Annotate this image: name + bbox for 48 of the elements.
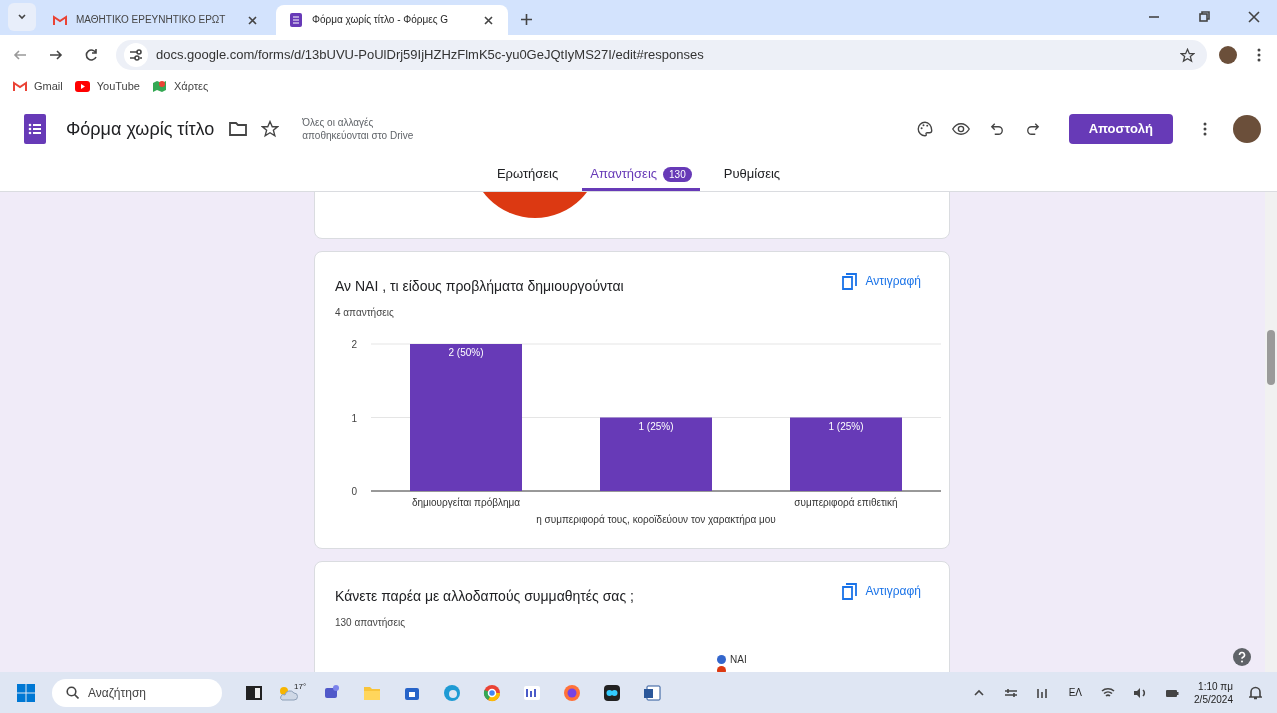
scrollbar-thumb[interactable] bbox=[1267, 330, 1275, 385]
data-label: 1 (25%) bbox=[828, 420, 864, 432]
response-count-badge: 130 bbox=[663, 166, 692, 182]
forms-icon bbox=[288, 12, 304, 28]
clock-time: 1:10 πμ bbox=[1198, 679, 1233, 693]
bookmark-link[interactable]: YouTube bbox=[74, 78, 140, 95]
nav-tab[interactable]: Ερωτήσεις bbox=[488, 160, 567, 191]
site-info-icon[interactable] bbox=[124, 43, 148, 67]
copy-icon bbox=[841, 273, 858, 289]
category-label: δημιουργείται πρόβλημα bbox=[411, 497, 521, 508]
gmail-icon bbox=[52, 12, 68, 28]
youtube-icon bbox=[74, 78, 91, 95]
category-label: συμπεριφορά επιθετική bbox=[794, 497, 898, 508]
clock-date: 2/5/2024 bbox=[1194, 692, 1233, 706]
map-pin-icon bbox=[151, 78, 168, 95]
browser-tab[interactable]: Φόρμα χωρίς τίτλο - Φόρμες G bbox=[276, 5, 508, 35]
data-label: 1 (25%) bbox=[638, 420, 674, 432]
data-label: 2 (50%) bbox=[448, 347, 484, 358]
help-icon[interactable] bbox=[1233, 648, 1251, 666]
weather-widget[interactable]: 17° bbox=[278, 682, 307, 703]
response-count: 130 απαντήσεις bbox=[335, 616, 406, 630]
category-label: η συμπεριφορά τους, κοροϊδεύουν τον χαρακτήρα μου bbox=[536, 514, 776, 525]
taskbar-clock[interactable]: 1:10 πμ 2/5/2024 bbox=[1194, 679, 1233, 706]
bookmark-link[interactable]: Χάρτες bbox=[151, 78, 209, 95]
axis-tick-label: 2 bbox=[351, 339, 357, 350]
axis-tick-label: 1 bbox=[351, 412, 357, 424]
axis-tick-label: 0 bbox=[351, 486, 357, 497]
question-title: Κάνετε παρέα με αλλοδαπούς συμμαθητές σας ; bbox=[335, 587, 634, 606]
copy-icon bbox=[841, 583, 858, 599]
bookmark-link[interactable]: Gmail bbox=[12, 78, 63, 95]
profile-avatar[interactable] bbox=[1219, 46, 1237, 64]
save-status: Όλες οι αλλαγές αποθηκεύονται στο Drive bbox=[302, 116, 415, 142]
address-bar[interactable]: docs.google.com/forms/d/13bUVU-PoUlDrj59IjHZHzFlmK5c-yu0GeJQtIyMS27I/edit#responses bbox=[116, 40, 1207, 70]
response-count: 4 απαντήσεις bbox=[335, 306, 395, 320]
question-title: Αν ΝΑΙ , τι είδους προβλήματα δημιουργούνται bbox=[335, 277, 624, 296]
copy-button[interactable]: Αντιγραφή bbox=[833, 268, 929, 294]
taskbar-search-field[interactable]: Αναζήτηση bbox=[52, 678, 222, 707]
language-indicator[interactable]: ΕΛ bbox=[1064, 685, 1087, 700]
browser-tab[interactable]: ΜΑΘΗΤΙΚΟ ΕΡΕΥΝΗΤΙΚΟ ΕΡΩΤ bbox=[40, 5, 272, 35]
search-icon bbox=[64, 684, 80, 701]
nav-tab[interactable]: Ρυθμίσεις bbox=[715, 160, 789, 191]
scrollbar-track[interactable] bbox=[1265, 192, 1277, 672]
copy-button[interactable]: Αντιγραφή bbox=[833, 578, 929, 604]
account-avatar[interactable] bbox=[1233, 115, 1261, 143]
forms-logo-icon[interactable] bbox=[24, 114, 46, 144]
send-button[interactable]: Αποστολή bbox=[1068, 114, 1173, 144]
legend-label: ΝΑΙ bbox=[730, 653, 747, 667]
form-title[interactable]: Φόρμα χωρίς τίτλο bbox=[66, 115, 215, 143]
